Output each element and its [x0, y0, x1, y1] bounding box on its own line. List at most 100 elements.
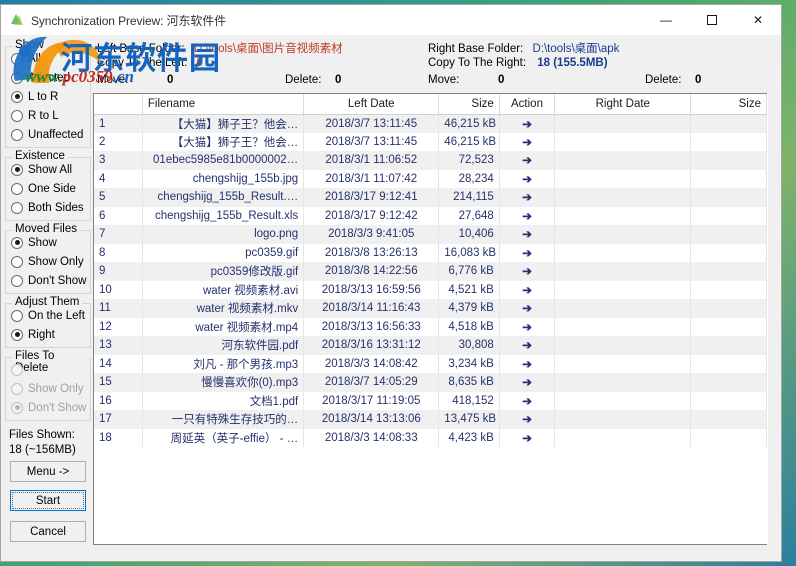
table-row[interactable]: 7 logo.png 2018/3/3 9:41:05 10,406 ➔	[94, 225, 767, 244]
table-row[interactable]: 10 water 视频素材.avi 2018/3/13 16:59:56 4,521 …	[94, 280, 767, 299]
table-row[interactable]: 16 文档1.pdf 2018/3/17 11:19:05 418,152 ➔	[94, 391, 767, 410]
table-row[interactable]: 18 周延英（英子-effie） - … 2018/3/3 14:08:33 4,42…	[94, 428, 767, 447]
radio-label: One Side	[28, 182, 76, 195]
cell-rownum: 14	[94, 354, 143, 373]
cancel-button[interactable]: Cancel	[10, 521, 86, 542]
table-row[interactable]: 3 01ebec5985e81b0000002… 2018/3/1 11:06:52…	[94, 151, 767, 170]
right-move-value: 0	[498, 74, 505, 86]
cell-left-size: 30,808	[438, 336, 500, 355]
table-row[interactable]: 11 water 视频素材.mkv 2018/3/14 11:16:43 4,379 …	[94, 299, 767, 318]
cell-right-date	[554, 410, 692, 429]
right-delete: Delete:	[645, 74, 681, 86]
col-right-size[interactable]: Size	[690, 94, 767, 115]
cell-filename: 01ebec5985e81b0000002…	[142, 151, 305, 170]
cell-rownum: 1	[94, 114, 143, 133]
cell-rownum: 10	[94, 280, 143, 299]
cell-left-size: 4,518 kB	[438, 317, 500, 336]
col-left-size[interactable]: Size	[438, 94, 500, 115]
cell-right-date	[554, 299, 692, 318]
start-button[interactable]: Start	[10, 490, 86, 511]
window-title: Synchronization Preview: 河东软件件	[31, 13, 227, 28]
table-row[interactable]: 14 刘凡 - 那个男孩.mp3 2018/3/3 14:08:42 3,234 kB…	[94, 354, 767, 373]
cell-filename: logo.png	[142, 225, 305, 244]
radio-existence-both-sides[interactable]: Both Sides	[6, 198, 90, 217]
left-move-label: Move:	[97, 74, 129, 86]
menu-button[interactable]: Menu ->	[10, 461, 86, 482]
cell-left-size: 13,475 kB	[438, 410, 500, 429]
file-list-grid[interactable]: Filename Left Date Size Action Right Dat…	[93, 93, 768, 545]
col-left-date[interactable]: Left Date	[303, 94, 440, 115]
vertical-scrollbar[interactable]	[767, 93, 781, 545]
cell-right-date	[554, 280, 692, 299]
table-row[interactable]: 5 chengshijg_155b_Result.… 2018/3/17 9:12:…	[94, 188, 767, 207]
close-button[interactable]: ✕	[735, 5, 781, 35]
right-base-folder-value: D:\tools\桌面\apk	[532, 43, 620, 55]
radio-moved-show-only[interactable]: Show Only	[6, 252, 90, 271]
title-bar: Synchronization Preview: 河东软件件 — ✕	[1, 5, 781, 35]
cell-right-size	[690, 317, 767, 336]
cell-left-size: 4,423 kB	[438, 428, 500, 447]
sync-preview-window: Synchronization Preview: 河东软件件 — ✕ Show …	[0, 4, 782, 562]
radio-show-r-to-l[interactable]: R to L	[6, 106, 90, 125]
cell-rownum: 9	[94, 262, 143, 281]
cell-left-date: 2018/3/17 9:12:41	[303, 188, 440, 207]
cell-right-size	[690, 114, 767, 133]
radio-label: Show	[28, 236, 57, 249]
radio-moved-dont-show[interactable]: Don't Show	[6, 271, 90, 290]
cell-right-size	[690, 428, 767, 447]
table-row[interactable]: 8 pc0359.gif 2018/3/8 13:26:13 16,083 kB ➔	[94, 243, 767, 262]
table-row[interactable]: 2 【大猫】狮子王？他会… 2018/3/7 13:11:45 46,215 kB ➔	[94, 132, 767, 151]
cell-left-date: 2018/3/7 14:05:29	[303, 373, 440, 392]
cell-left-size: 418,152	[438, 391, 500, 410]
main-panel: Left Base Folder: D:\tools\桌面\图片音视频素材 Co…	[93, 35, 781, 561]
group-show: Show All Affected L to R R to L Unaffect…	[5, 39, 91, 148]
cell-left-size: 16,083 kB	[438, 243, 500, 262]
maximize-icon	[707, 15, 717, 25]
left-move-value: 0	[167, 74, 174, 86]
cell-action: ➔	[499, 391, 556, 410]
radio-moved-show[interactable]: Show	[6, 233, 90, 252]
col-right-date[interactable]: Right Date	[554, 94, 692, 115]
files-shown-label: Files Shown:	[9, 429, 75, 441]
cell-filename: 一只有特殊生存技巧的…	[142, 410, 305, 429]
cell-left-date: 2018/3/13 16:56:33	[303, 317, 440, 336]
radio-show-all[interactable]: All	[6, 49, 90, 68]
radio-existence-one-side[interactable]: One Side	[6, 179, 90, 198]
table-row[interactable]: 17 一只有特殊生存技巧的… 2018/3/14 13:13:06 13,475 kB…	[94, 410, 767, 429]
cell-left-date: 2018/3/14 13:13:06	[303, 410, 440, 429]
radio-adjust-right[interactable]: Right	[6, 325, 90, 344]
cell-rownum: 4	[94, 169, 143, 188]
radio-icon	[11, 328, 23, 341]
table-row[interactable]: 15 慢慢喜欢你(0).mp3 2018/3/7 14:05:29 8,635 kB ➔	[94, 373, 767, 392]
radio-adjust-on-the-left[interactable]: On the Left	[6, 306, 90, 325]
col-filename[interactable]: Filename	[142, 94, 305, 115]
col-rownum[interactable]	[94, 94, 143, 115]
left-base-folder-value: D:\tools\桌面\图片音视频素材	[193, 43, 343, 55]
table-row[interactable]: 4 chengshijg_155b.jpg 2018/3/1 11:07:42 28,…	[94, 169, 767, 188]
group-existence: Existence Show All One Side Both Sides	[5, 150, 91, 221]
cell-right-date	[554, 354, 692, 373]
radio-show-unaffected[interactable]: Unaffected	[6, 125, 90, 144]
col-action[interactable]: Action	[499, 94, 556, 115]
cell-right-size	[690, 410, 767, 429]
radio-existence-show-all[interactable]: Show All	[6, 160, 90, 179]
radio-show-l-to-r[interactable]: L to R	[6, 87, 90, 106]
cell-filename: 【大猫】狮子王？他会…	[142, 114, 305, 133]
table-row[interactable]: 6 chengshijg_155b_Result.xls 2018/3/17 9:1…	[94, 206, 767, 225]
radio-show-affected[interactable]: Affected	[6, 68, 90, 87]
table-row[interactable]: 9 pc0359修改版.gif 2018/3/8 14:22:56 6,776 kB ➔	[94, 262, 767, 281]
minimize-button[interactable]: —	[643, 5, 689, 35]
cell-filename: chengshijg_155b.jpg	[142, 169, 305, 188]
cell-filename: pc0359修改版.gif	[142, 262, 305, 281]
cell-action: ➔	[499, 188, 556, 207]
cell-right-size	[690, 188, 767, 207]
table-row[interactable]: 12 water 视频素材.mp4 2018/3/13 16:56:33 4,518 …	[94, 317, 767, 336]
table-row[interactable]: 1 【大猫】狮子王？他会… 2018/3/7 13:11:45 46,215 kB ➔	[94, 114, 767, 133]
radio-icon	[11, 71, 23, 84]
right-base-folder-label: Right Base Folder:	[428, 43, 524, 55]
cell-rownum: 3	[94, 151, 143, 170]
table-row[interactable]: 13 河东软件园.pdf 2018/3/16 13:31:12 30,808 ➔	[94, 336, 767, 355]
maximize-button[interactable]	[689, 5, 735, 35]
cell-left-date: 2018/3/17 11:19:05	[303, 391, 440, 410]
window-controls: — ✕	[643, 5, 781, 35]
